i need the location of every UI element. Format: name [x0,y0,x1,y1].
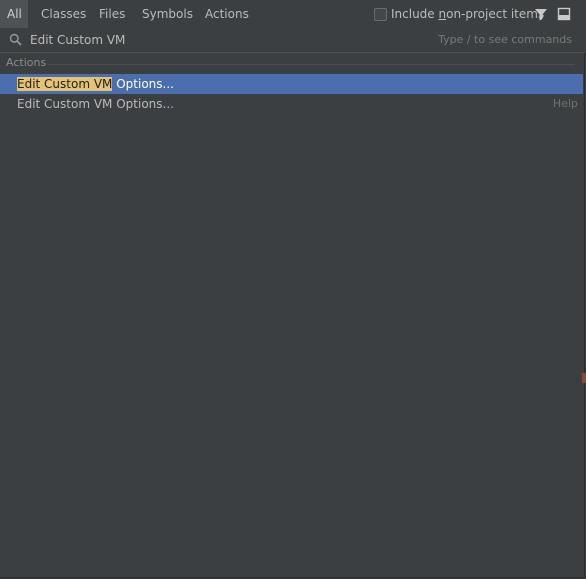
search-input[interactable] [30,31,410,49]
result-match-text: Edit Custom VM [17,97,113,111]
result-rest-text: Options... [112,97,174,111]
tab-actions[interactable]: Actions [195,0,259,28]
search-everywhere-popup: All Classes Files Symbols Actions Includ… [0,0,585,578]
result-rest-text: Options... [112,77,174,91]
tab-files[interactable]: Files [89,0,135,28]
include-non-project-label: Include non-project items [391,7,545,21]
include-non-project-checkbox[interactable] [374,8,387,21]
result-category: Help [552,97,578,110]
filter-icon[interactable] [533,6,549,22]
tab-symbols[interactable]: Symbols [132,0,203,28]
tab-classes[interactable]: Classes [31,0,96,28]
tab-all[interactable]: All [0,0,28,28]
result-match-text: Edit Custom VM [17,77,113,91]
window-edge-marker [582,373,586,383]
group-header-actions: Actions [0,55,585,71]
preview-panel-icon[interactable] [556,6,572,22]
result-item[interactable]: Edit Custom VM Options... [0,74,583,94]
search-row: Type / to see commands [0,28,585,53]
group-divider [48,64,575,65]
tab-bar: All Classes Files Symbols Actions Includ… [0,0,585,29]
result-item[interactable]: Edit Custom VM Options... Help [0,94,583,114]
group-title: Actions [6,56,47,69]
search-hint: Type / to see commands [438,33,572,46]
search-icon [9,33,22,46]
